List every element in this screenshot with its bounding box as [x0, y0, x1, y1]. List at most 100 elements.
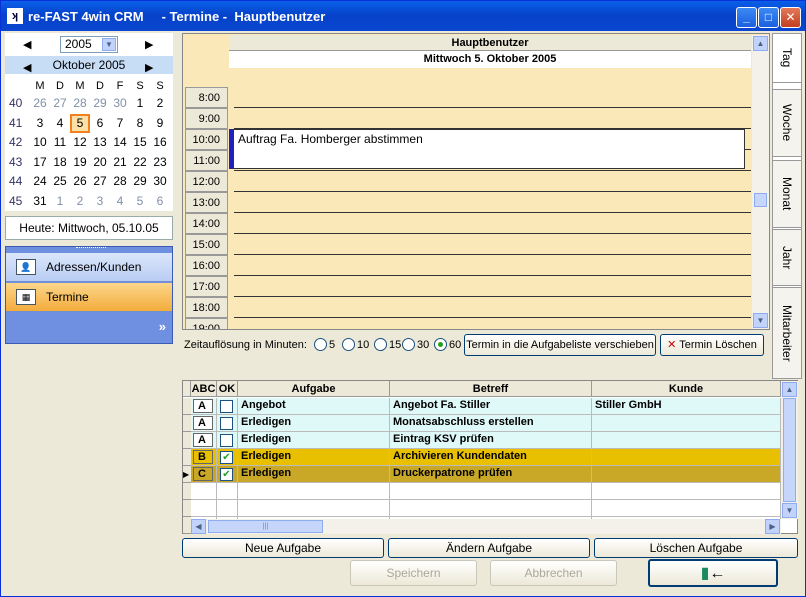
scroll-down-icon[interactable]: ▼: [753, 313, 768, 328]
resolution-radio-30[interactable]: [402, 338, 415, 351]
today-label[interactable]: Heute: Mittwoch, 05.10.05: [5, 216, 173, 240]
table-cell[interactable]: [191, 483, 217, 500]
scroll-down-icon[interactable]: ▼: [782, 503, 797, 518]
day-cell[interactable]: 17: [30, 155, 50, 169]
tab-year[interactable]: Jahr: [772, 229, 802, 286]
time-slot[interactable]: [234, 192, 751, 213]
day-cell[interactable]: 12: [70, 135, 90, 149]
table-cell[interactable]: A: [191, 432, 217, 449]
ok-checkbox[interactable]: [220, 417, 233, 430]
day-cell[interactable]: 14: [110, 135, 130, 149]
abc-priority[interactable]: A: [193, 433, 213, 447]
row-indicator[interactable]: ▶: [183, 466, 191, 483]
ok-checkbox[interactable]: [220, 434, 233, 447]
time-slot[interactable]: [234, 318, 751, 329]
scroll-left-icon[interactable]: ◀: [191, 519, 206, 534]
row-indicator[interactable]: [183, 398, 191, 415]
tab-week[interactable]: Woche: [772, 89, 802, 157]
day-cell[interactable]: 4: [50, 116, 70, 130]
row-indicator[interactable]: [183, 500, 191, 517]
time-slot[interactable]: [234, 234, 751, 255]
prev-month-arrow-icon[interactable]: ◀: [23, 59, 31, 77]
column-header-betreff[interactable]: Betreff: [390, 381, 592, 397]
row-indicator[interactable]: [183, 517, 191, 534]
table-row[interactable]: B ✔ Erledigen Archivieren Kundendaten: [191, 449, 781, 466]
row-indicator[interactable]: [183, 449, 191, 466]
tab-day[interactable]: Tag: [772, 33, 802, 83]
panel-grip[interactable]: [76, 247, 106, 250]
table-cell[interactable]: [217, 483, 238, 500]
day-cell[interactable]: 2: [150, 96, 170, 110]
day-cell[interactable]: 21: [110, 155, 130, 169]
day-cell[interactable]: 15: [130, 135, 150, 149]
day-cell[interactable]: 1: [50, 194, 70, 208]
maximize-button[interactable]: □: [758, 7, 779, 28]
time-slot[interactable]: [234, 213, 751, 234]
day-cell[interactable]: 11: [50, 135, 70, 149]
abc-priority[interactable]: B: [193, 450, 213, 464]
day-cell[interactable]: 16: [150, 135, 170, 149]
vscroll-thumb[interactable]: [783, 398, 796, 502]
day-cell[interactable]: 20: [90, 155, 110, 169]
time-slot[interactable]: [234, 87, 751, 108]
ok-checkbox[interactable]: [220, 400, 233, 413]
exit-button[interactable]: ▮←: [648, 559, 778, 587]
table-row[interactable]: [191, 483, 781, 500]
day-cell[interactable]: 28: [70, 96, 90, 110]
nav-item-addresses[interactable]: 👤 Adressen/Kunden: [6, 253, 172, 282]
row-indicator[interactable]: [183, 483, 191, 500]
day-cell[interactable]: 18: [50, 155, 70, 169]
scroll-right-icon[interactable]: ▶: [765, 519, 780, 534]
day-cell[interactable]: 2: [70, 194, 90, 208]
table-cell[interactable]: [217, 432, 238, 449]
nav-item-appointments[interactable]: ▦ Termine: [6, 283, 172, 312]
table-cell[interactable]: [217, 500, 238, 517]
time-slot[interactable]: [234, 255, 751, 276]
day-cell[interactable]: 3: [30, 116, 50, 130]
day-cell[interactable]: 9: [150, 116, 170, 130]
time-slot[interactable]: [234, 297, 751, 318]
scroll-up-icon[interactable]: ▲: [782, 382, 797, 397]
table-row[interactable]: C ✔ Erledigen Druckerpatrone prüfen: [191, 466, 781, 483]
column-header-abc[interactable]: ABC: [191, 381, 217, 397]
scroll-thumb[interactable]: [754, 193, 767, 207]
table-cell[interactable]: [191, 500, 217, 517]
move-to-tasklist-button[interactable]: Termin in die Aufgabeliste verschieben: [464, 334, 656, 356]
grid-vscrollbar[interactable]: ▲ ▼: [781, 381, 798, 519]
next-year-arrow-icon[interactable]: ▶: [145, 38, 153, 51]
day-cell[interactable]: 4: [110, 194, 130, 208]
day-cell[interactable]: 3: [90, 194, 110, 208]
day-cell[interactable]: 19: [70, 155, 90, 169]
delete-appointment-button[interactable]: ✕ Termin Löschen: [660, 334, 764, 356]
day-cell[interactable]: 31: [30, 194, 50, 208]
tab-month[interactable]: Monat: [772, 160, 802, 228]
day-cell[interactable]: 6: [150, 194, 170, 208]
table-cell[interactable]: [217, 415, 238, 432]
appointment[interactable]: Auftrag Fa. Homberger abstimmen: [229, 129, 745, 169]
row-indicator[interactable]: [183, 415, 191, 432]
table-cell[interactable]: B: [191, 449, 217, 466]
day-cell[interactable]: 6: [90, 116, 110, 130]
hscroll-thumb[interactable]: |||: [208, 520, 323, 533]
day-cell[interactable]: 28: [110, 174, 130, 188]
table-row[interactable]: A Erledigen Eintrag KSV prüfen: [191, 432, 781, 449]
day-cell[interactable]: 10: [30, 135, 50, 149]
day-cell[interactable]: 27: [50, 96, 70, 110]
day-cell[interactable]: 1: [130, 96, 150, 110]
table-row[interactable]: [191, 500, 781, 517]
resolution-radio-60[interactable]: [434, 338, 447, 351]
time-slot[interactable]: [234, 276, 751, 297]
day-cell[interactable]: 29: [90, 96, 110, 110]
table-cell[interactable]: ✔: [217, 466, 238, 483]
table-row[interactable]: A Angebot Angebot Fa. Stiller Stiller GmbH: [191, 398, 781, 415]
day-cell[interactable]: 25: [50, 174, 70, 188]
tab-employees[interactable]: Mitarbeiter: [772, 287, 802, 379]
table-cell[interactable]: A: [191, 415, 217, 432]
day-cell[interactable]: 29: [130, 174, 150, 188]
column-header-aufgabe[interactable]: Aufgabe: [238, 381, 390, 397]
column-header-ok[interactable]: OK: [217, 381, 238, 397]
time-slot[interactable]: [234, 171, 751, 192]
day-cell[interactable]: 13: [90, 135, 110, 149]
table-cell[interactable]: C: [191, 466, 217, 483]
abc-priority[interactable]: C: [193, 467, 213, 481]
